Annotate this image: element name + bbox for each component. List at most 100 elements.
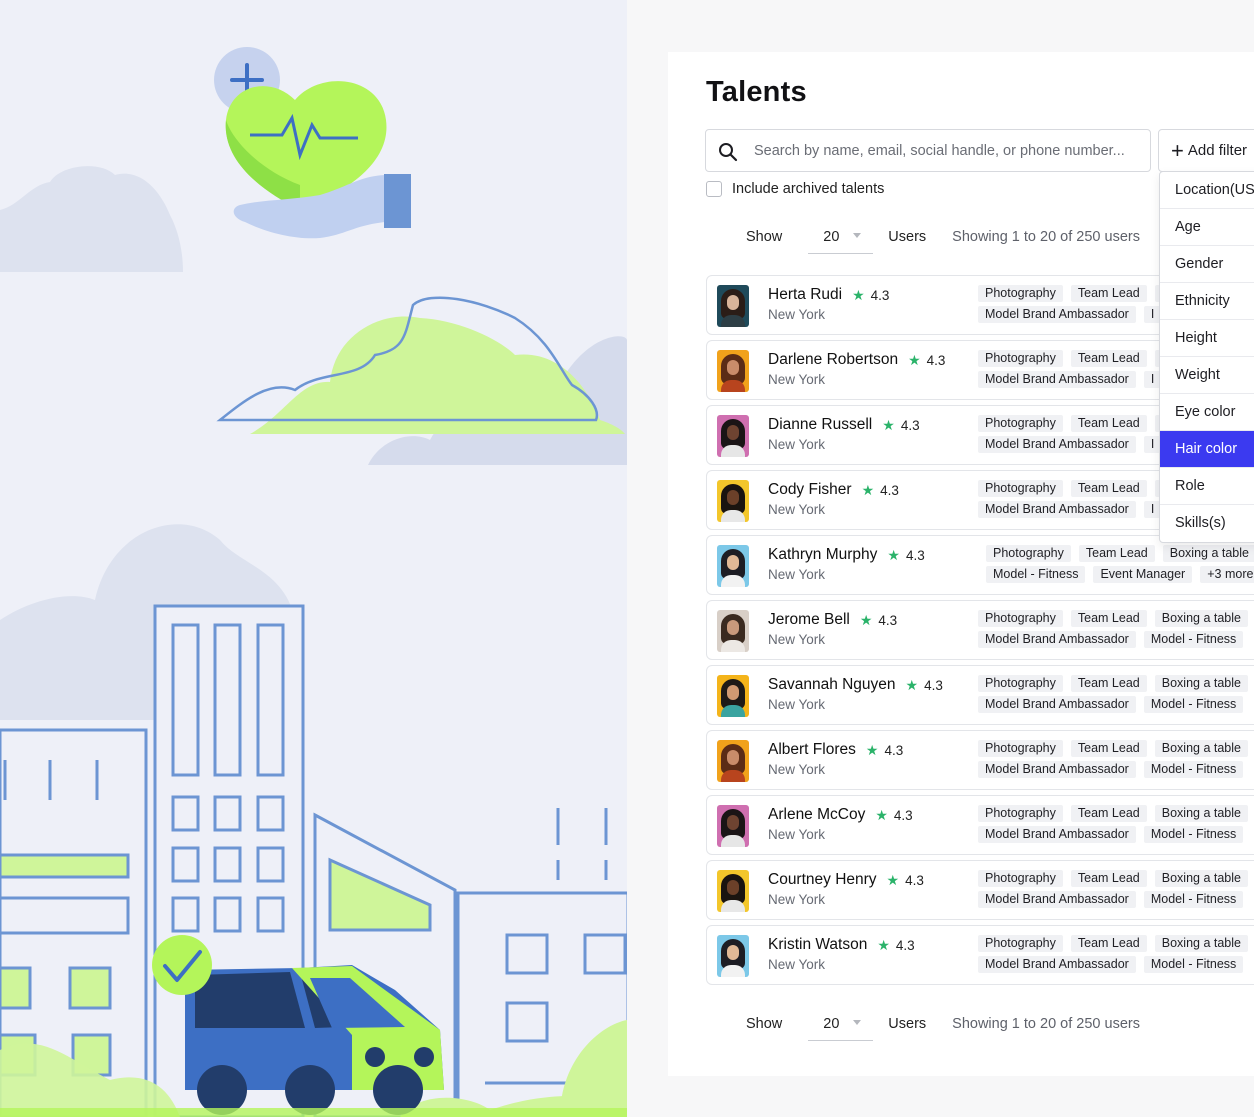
talent-row[interactable]: Kristin Watson ★ 4.3 New York Photograph… xyxy=(706,925,1254,985)
talent-name[interactable]: Kathryn Murphy xyxy=(768,546,877,564)
skill-tag: Team Lead xyxy=(1070,935,1147,952)
filter-option[interactable]: Skills(s) xyxy=(1160,505,1254,542)
skill-tag: Photography xyxy=(978,675,1063,692)
talent-rating: 4.3 xyxy=(900,417,920,433)
search-input[interactable] xyxy=(754,130,1144,171)
users-label: Users xyxy=(888,229,927,245)
filter-option[interactable]: Age xyxy=(1160,209,1254,246)
talent-location: New York xyxy=(768,372,826,387)
talent-name-line: Herta Rudi ★ 4.3 xyxy=(768,286,889,304)
filter-option[interactable]: Location(US xyxy=(1160,172,1254,209)
skill-tag: Model Brand Ambassador xyxy=(978,761,1136,778)
talent-name[interactable]: Darlene Robertson xyxy=(768,351,898,369)
avatar xyxy=(717,545,749,587)
archived-checkbox[interactable] xyxy=(706,181,722,197)
tag-group: Photography Team Lead Boxing a table Model… xyxy=(978,935,1254,977)
talent-row[interactable]: Arlene McCoy ★ 4.3 New York Photography T… xyxy=(706,795,1254,855)
talent-name-line: Albert Flores ★ 4.3 xyxy=(768,741,903,759)
tag-line: Photography Team Lead Boxing a table xyxy=(978,935,1254,956)
talent-row[interactable]: Courtney Henry ★ 4.3 New York Photograph… xyxy=(706,860,1254,920)
skill-tag: Boxing a table xyxy=(1154,740,1248,757)
skill-tag: Model Brand Ambassador xyxy=(978,501,1136,518)
talent-name-line: Kathryn Murphy ★ 4.3 xyxy=(768,546,925,564)
skill-tag: Model Brand Ambassador xyxy=(978,696,1136,713)
talent-rating: 4.3 xyxy=(878,612,898,628)
star-icon: ★ xyxy=(905,676,919,693)
page-title: Talents xyxy=(706,76,807,108)
skill-tag: Model - Fitness xyxy=(1143,696,1244,713)
filter-option[interactable]: Weight xyxy=(1160,357,1254,394)
talent-name[interactable]: Courtney Henry xyxy=(768,871,877,889)
car-wheel xyxy=(197,1065,247,1115)
talent-name[interactable]: Arlene McCoy xyxy=(768,806,865,824)
talent-name-line: Savannah Nguyen ★ 4.3 xyxy=(768,676,943,694)
talent-name-line: Dianne Russell ★ 4.3 xyxy=(768,416,920,434)
per-page-select[interactable]: 20 xyxy=(808,220,874,254)
skill-tag: +3 more xyxy=(1200,566,1254,583)
filter-option[interactable]: Height xyxy=(1160,320,1254,357)
skill-tag: Team Lead xyxy=(1070,480,1147,497)
skill-tag: Model Brand Ambassador xyxy=(978,826,1136,843)
skill-tag: Model - Fitness xyxy=(1143,631,1244,648)
city-health-illustration xyxy=(0,0,627,1117)
skill-tag: Model - Fitness xyxy=(1143,761,1244,778)
talent-location: New York xyxy=(768,502,826,517)
add-filter-button[interactable]: + Add filter xyxy=(1158,129,1254,172)
tag-line: Photography Team Lead Boxing a table xyxy=(978,805,1254,826)
tag-line: Model Brand Ambassador Model - Fitness xyxy=(978,956,1254,977)
skill-tag: Photography xyxy=(978,415,1063,432)
filter-option[interactable]: Role xyxy=(1160,468,1254,505)
talent-name[interactable]: Savannah Nguyen xyxy=(768,676,896,694)
pagination-bottom: Show 20 Users Showing 1 to 20 of 250 use… xyxy=(746,1007,1140,1041)
filter-option[interactable]: Gender xyxy=(1160,246,1254,283)
include-archived-toggle[interactable]: Include archived talents xyxy=(706,181,884,197)
skill-tag: Model Brand Ambassador xyxy=(978,306,1136,323)
talent-name[interactable]: Jerome Bell xyxy=(768,611,850,629)
tag-group: Photography Team Lead Boxing a table Model… xyxy=(978,870,1254,912)
pagination-status: Showing 1 to 20 of 250 users xyxy=(952,1016,1140,1032)
talent-name[interactable]: Albert Flores xyxy=(768,741,856,759)
check-badge xyxy=(152,935,212,995)
filter-option[interactable]: Ethnicity xyxy=(1160,283,1254,320)
talent-name[interactable]: Herta Rudi xyxy=(768,286,842,304)
skill-tag: Team Lead xyxy=(1070,415,1147,432)
avatar xyxy=(717,740,749,782)
avatar xyxy=(717,870,749,912)
talent-name[interactable]: Dianne Russell xyxy=(768,416,872,434)
star-icon: ★ xyxy=(882,416,895,433)
filter-option[interactable]: Eye color xyxy=(1160,394,1254,431)
talent-location: New York xyxy=(768,697,826,712)
talent-rating: 4.3 xyxy=(880,482,899,498)
talent-row[interactable]: Albert Flores ★ 4.3 New York Photography… xyxy=(706,730,1254,790)
tag-line: Model Brand Ambassador Model - Fitness xyxy=(978,761,1254,782)
talent-rating: 4.3 xyxy=(895,937,915,953)
car-wheel xyxy=(285,1065,335,1115)
talent-row[interactable]: Jerome Bell ★ 4.3 New York Photography Te… xyxy=(706,600,1254,660)
skill-tag: Model Brand Ambassador xyxy=(978,956,1136,973)
avatar xyxy=(717,675,749,717)
tag-line: Photography Team Lead Boxing a table xyxy=(978,610,1254,631)
show-label: Show xyxy=(746,1016,783,1032)
search-icon xyxy=(719,143,738,162)
talent-location: New York xyxy=(768,892,826,907)
talent-rating: 4.3 xyxy=(926,352,946,368)
talent-rating: 4.3 xyxy=(870,287,890,303)
avatar xyxy=(717,285,749,327)
cloud-shape xyxy=(0,166,183,272)
per-page-select[interactable]: 20 xyxy=(808,1007,874,1041)
skill-tag: Photography xyxy=(978,935,1063,952)
talent-name[interactable]: Kristin Watson xyxy=(768,936,867,954)
tag-line: Model Brand Ambassador Model - Fitness xyxy=(978,696,1254,717)
talent-location: New York xyxy=(768,957,826,972)
skill-tag: Boxing a table xyxy=(1154,610,1248,627)
pagination-top: Show 20 Users Showing 1 to 20 of 250 use… xyxy=(746,220,1140,254)
star-icon: ★ xyxy=(908,351,921,368)
talent-row[interactable]: Savannah Nguyen ★ 4.3 New York Photograp… xyxy=(706,665,1254,725)
filter-option[interactable]: Hair color xyxy=(1160,431,1254,468)
skill-tag: Boxing a table xyxy=(1154,870,1248,887)
tag-line: Photography Team Lead Boxing a table xyxy=(978,870,1254,891)
search-box[interactable] xyxy=(705,129,1151,172)
talent-row[interactable]: Kathryn Murphy ★ 4.3 New York Photograph… xyxy=(706,535,1254,595)
skill-tag: Boxing a table xyxy=(1154,935,1248,952)
talent-name[interactable]: Cody Fisher xyxy=(768,481,852,499)
